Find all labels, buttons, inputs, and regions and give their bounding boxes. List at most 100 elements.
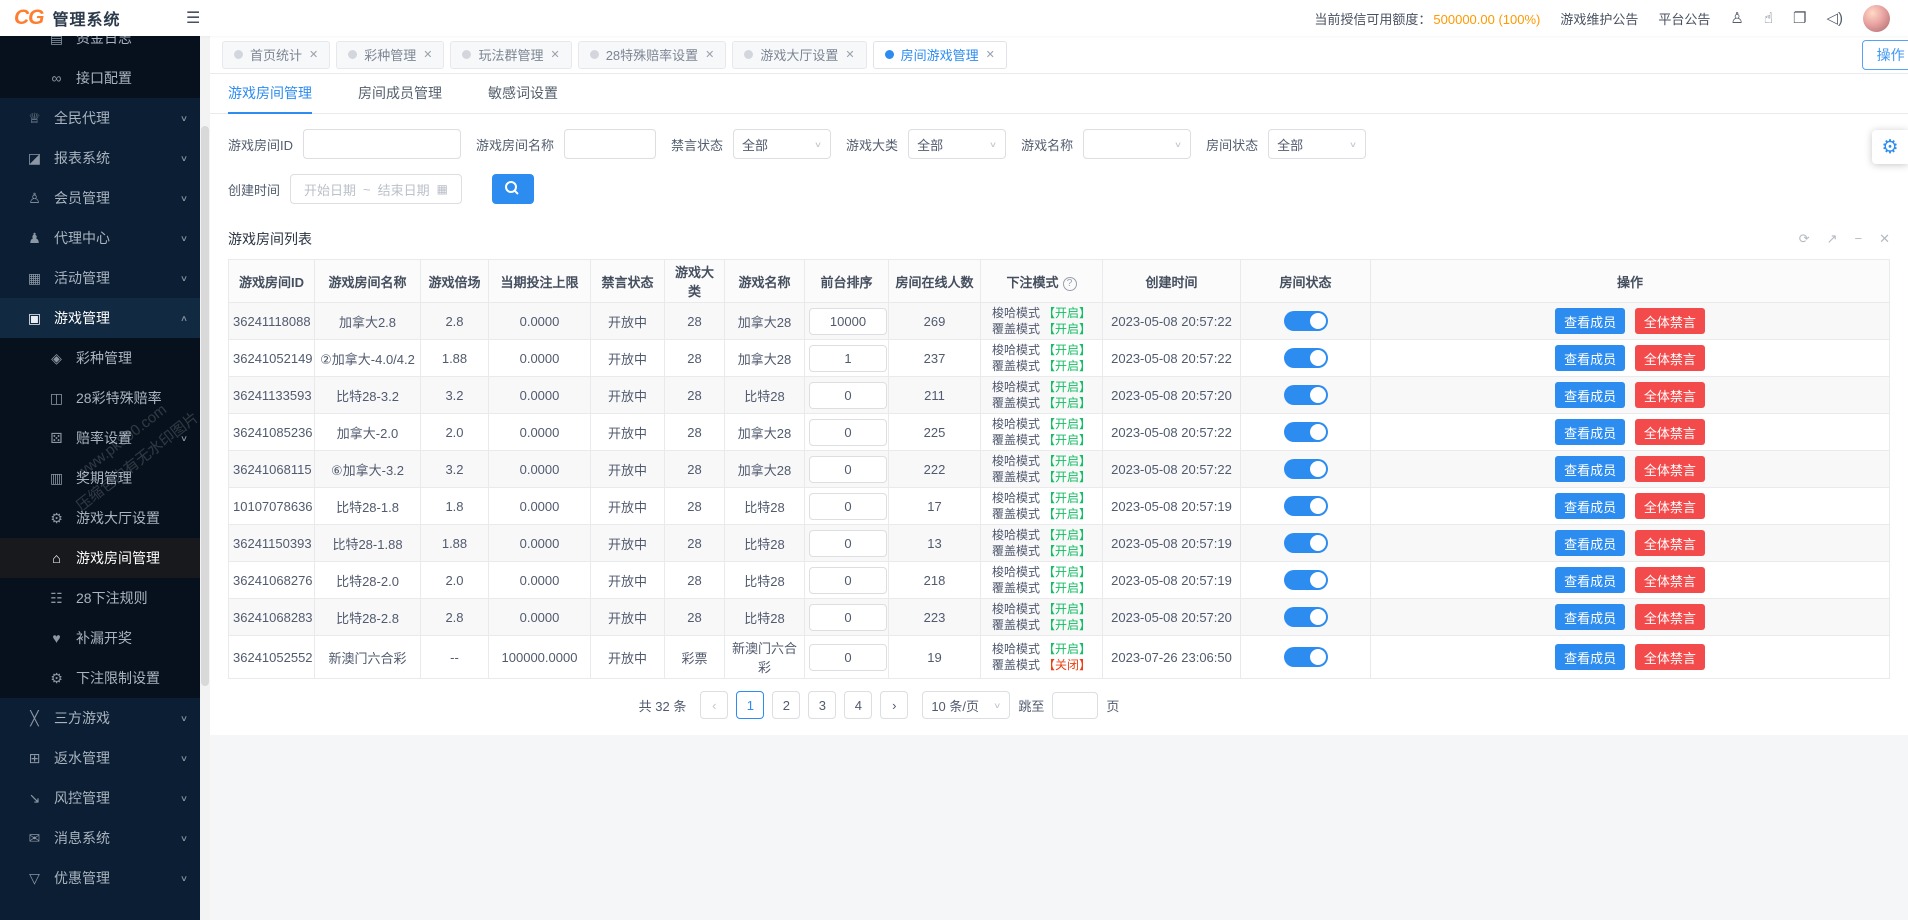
room-status-toggle[interactable] (1284, 496, 1328, 516)
sidebar-item[interactable]: ⊞ 返水管理 ∨ (0, 738, 200, 778)
prev-page-button[interactable]: ‹ (700, 691, 728, 719)
tab-close-icon[interactable]: ✕ (705, 48, 714, 61)
sort-input[interactable] (809, 604, 887, 631)
page-tab[interactable]: 28特殊赔率设置 ✕ (578, 41, 727, 69)
room-status-toggle[interactable] (1284, 570, 1328, 590)
platform-notice-link[interactable]: 平台公告 (1658, 9, 1710, 28)
tab-actions-button[interactable]: 操作 ∨ (1862, 40, 1908, 70)
close-icon[interactable]: ✕ (1879, 231, 1890, 247)
scrollbar-thumb[interactable] (201, 126, 209, 686)
sidebar-item[interactable]: ▣ 游戏管理 ∧ (0, 298, 200, 338)
subtab[interactable]: 游戏房间管理 (228, 75, 312, 114)
sidebar-item[interactable]: ╳ 三方游戏 ∨ (0, 698, 200, 738)
view-members-button[interactable]: 查看成员 (1555, 604, 1625, 630)
sidebar-item[interactable]: ♥ 补漏开奖 (0, 618, 200, 658)
page-size-select[interactable]: 10 条/页 ∨ (922, 691, 1010, 719)
speaker-icon[interactable]: ◁) (1826, 9, 1843, 27)
next-page-button[interactable]: › (880, 691, 908, 719)
sort-input[interactable] (809, 456, 887, 483)
mute-all-button[interactable]: 全体禁言 (1635, 345, 1705, 371)
room-status-toggle[interactable] (1284, 311, 1328, 331)
page-tab[interactable]: 房间游戏管理 ✕ (873, 41, 1007, 69)
page-tab[interactable]: 游戏大厅设置 ✕ (732, 41, 866, 69)
view-members-button[interactable]: 查看成员 (1555, 567, 1625, 593)
sidebar-item[interactable]: ↘ 风控管理 ∨ (0, 778, 200, 818)
view-members-button[interactable]: 查看成员 (1555, 382, 1625, 408)
page-number-button[interactable]: 4 (844, 691, 872, 719)
room-status-toggle[interactable] (1284, 647, 1328, 667)
tab-close-icon[interactable]: ✕ (986, 48, 995, 61)
sidebar-item[interactable]: ✉ 消息系统 ∨ (0, 818, 200, 858)
sidebar-item[interactable]: ▥ 奖期管理 (0, 458, 200, 498)
sidebar-item[interactable]: ◪ 报表系统 ∨ (0, 138, 200, 178)
room-status-toggle[interactable] (1284, 348, 1328, 368)
view-members-button[interactable]: 查看成员 (1555, 419, 1625, 445)
sort-input[interactable] (809, 382, 887, 409)
page-tab[interactable]: 彩种管理 ✕ (336, 41, 444, 69)
page-number-button[interactable]: 1 (736, 691, 764, 719)
view-members-button[interactable]: 查看成员 (1555, 456, 1625, 482)
sidebar-item[interactable]: ⚙ 游戏大厅设置 (0, 498, 200, 538)
view-members-button[interactable]: 查看成员 (1555, 644, 1625, 670)
expand-icon[interactable]: ↗ (1827, 231, 1838, 247)
sidebar-item[interactable]: ▽ 优惠管理 ∨ (0, 858, 200, 898)
mute-all-button[interactable]: 全体禁言 (1635, 604, 1705, 630)
sort-input[interactable] (809, 419, 887, 446)
sidebar-item[interactable]: ⌂ 游戏房间管理 (0, 538, 200, 578)
room-id-input[interactable] (303, 129, 461, 159)
tab-close-icon[interactable]: ✕ (845, 48, 854, 61)
jump-page-input[interactable] (1052, 692, 1098, 719)
mute-all-button[interactable]: 全体禁言 (1635, 567, 1705, 593)
page-number-button[interactable]: 3 (808, 691, 836, 719)
game-maintenance-notice-link[interactable]: 游戏维护公告 (1560, 9, 1638, 28)
sidebar-item[interactable]: ♕ 全民代理 ∨ (0, 98, 200, 138)
tab-close-icon[interactable]: ✕ (550, 48, 559, 61)
sidebar-item[interactable]: ▤ 资金日志 (0, 36, 200, 58)
subtab[interactable]: 敏感词设置 (488, 75, 558, 114)
info-icon[interactable]: ? (1063, 277, 1077, 291)
sort-input[interactable] (809, 567, 887, 594)
mute-all-button[interactable]: 全体禁言 (1635, 456, 1705, 482)
game-category-select[interactable]: 全部 ∨ (908, 129, 1006, 159)
mute-all-button[interactable]: 全体禁言 (1635, 644, 1705, 670)
hand-coin-icon[interactable]: ☝ (1764, 9, 1773, 27)
view-members-button[interactable]: 查看成员 (1555, 345, 1625, 371)
sidebar-item[interactable]: ◈ 彩种管理 (0, 338, 200, 378)
page-number-button[interactable]: 2 (772, 691, 800, 719)
sort-input[interactable] (809, 308, 887, 335)
mute-all-button[interactable]: 全体禁言 (1635, 493, 1705, 519)
fullscreen-icon[interactable]: ❐ (1793, 9, 1806, 27)
room-state-select[interactable]: 全部 ∨ (1268, 129, 1366, 159)
mute-all-button[interactable]: 全体禁言 (1635, 382, 1705, 408)
view-members-button[interactable]: 查看成员 (1555, 493, 1625, 519)
room-status-toggle[interactable] (1284, 459, 1328, 479)
date-range-input[interactable]: 开始日期 ~ 结束日期 ▦ (290, 174, 462, 204)
sidebar-item[interactable]: ⚙ 下注限制设置 (0, 658, 200, 698)
sidebar-item[interactable]: ⚄ 赔率设置 ∨ (0, 418, 200, 458)
user-avatar[interactable] (1863, 5, 1890, 32)
refresh-icon[interactable]: ⟳ (1799, 231, 1810, 247)
mute-status-select[interactable]: 全部 ∨ (733, 129, 831, 159)
sort-input[interactable] (809, 493, 887, 520)
search-button[interactable] (492, 174, 534, 204)
sort-input[interactable] (809, 530, 887, 557)
game-name-select[interactable]: ∨ (1083, 129, 1191, 159)
sidebar-item[interactable]: ☷ 28下注规则 (0, 578, 200, 618)
page-tab[interactable]: 首页统计 ✕ (222, 41, 330, 69)
sidebar-item[interactable]: ◫ 28彩特殊赔率 (0, 378, 200, 418)
member-funds-icon[interactable]: ♙ (1730, 9, 1743, 27)
tab-close-icon[interactable]: ✕ (423, 48, 432, 61)
sidebar-fold-icon[interactable]: ☰ (186, 8, 200, 28)
mute-all-button[interactable]: 全体禁言 (1635, 308, 1705, 334)
sidebar-item[interactable]: ▦ 活动管理 ∨ (0, 258, 200, 298)
room-name-input[interactable] (564, 129, 656, 159)
sidebar-item[interactable]: ∞ 接口配置 (0, 58, 200, 98)
view-members-button[interactable]: 查看成员 (1555, 530, 1625, 556)
view-members-button[interactable]: 查看成员 (1555, 308, 1625, 334)
room-status-toggle[interactable] (1284, 385, 1328, 405)
subtab[interactable]: 房间成员管理 (358, 75, 442, 114)
sort-input[interactable] (809, 644, 887, 671)
tab-close-icon[interactable]: ✕ (309, 48, 318, 61)
settings-gear-button[interactable]: ⚙ (1872, 130, 1908, 164)
minimize-icon[interactable]: − (1855, 231, 1863, 247)
